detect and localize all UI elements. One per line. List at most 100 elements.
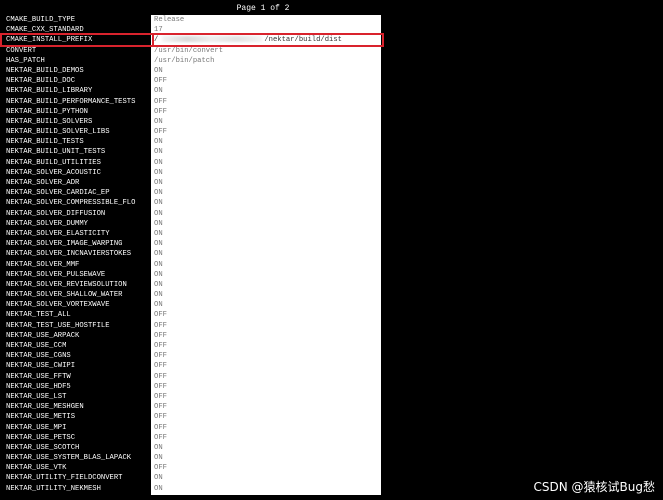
option-name[interactable]: NEKTAR_USE_LST xyxy=(6,392,152,402)
option-value[interactable]: OFF xyxy=(154,402,380,412)
option-value[interactable]: OFF xyxy=(154,76,380,86)
option-name[interactable]: NEKTAR_SOLVER_IMAGE_WARPING xyxy=(6,239,152,249)
option-name[interactable]: NEKTAR_USE_MPI xyxy=(6,423,152,433)
option-value[interactable]: ON xyxy=(154,178,380,188)
option-value[interactable]: OFF xyxy=(154,351,380,361)
option-value[interactable]: //nektar/build/dist xyxy=(154,35,380,45)
option-value[interactable]: ON xyxy=(154,117,380,127)
option-name-column: CMAKE_BUILD_TYPE CMAKE_CXX_STANDARD CMAKE_… xyxy=(6,15,152,494)
option-name[interactable]: HAS_PATCH xyxy=(6,56,152,66)
option-name[interactable]: NEKTAR_UTILITY_NEKMESH xyxy=(6,484,152,494)
option-name[interactable]: NEKTAR_USE_FFTW xyxy=(6,372,152,382)
option-name[interactable]: NEKTAR_BUILD_LIBRARY xyxy=(6,86,152,96)
option-value[interactable]: ON xyxy=(154,147,380,157)
option-value[interactable]: OFF xyxy=(154,107,380,117)
option-value[interactable]: ON xyxy=(154,239,380,249)
option-name[interactable]: NEKTAR_SOLVER_PULSEWAVE xyxy=(6,270,152,280)
option-name[interactable]: NEKTAR_SOLVER_ELASTICITY xyxy=(6,229,152,239)
option-value[interactable]: Release xyxy=(154,15,380,25)
option-value[interactable]: ON xyxy=(154,209,380,219)
option-name[interactable]: NEKTAR_SOLVER_DUMMY xyxy=(6,219,152,229)
option-value[interactable]: ON xyxy=(154,270,380,280)
option-name[interactable]: NEKTAR_USE_CGNS xyxy=(6,351,152,361)
option-value[interactable]: ON xyxy=(154,443,380,453)
option-value[interactable]: ON xyxy=(154,66,380,76)
option-name[interactable]: NEKTAR_TEST_USE_HOSTFILE xyxy=(6,321,152,331)
option-value[interactable]: OFF xyxy=(154,372,380,382)
option-name[interactable]: NEKTAR_USE_PETSC xyxy=(6,433,152,443)
option-value[interactable]: OFF xyxy=(154,321,380,331)
option-value[interactable]: OFF xyxy=(154,382,380,392)
option-name[interactable]: NEKTAR_USE_HDF5 xyxy=(6,382,152,392)
redacted-path xyxy=(162,36,263,43)
page-indicator: Page 1 of 2 xyxy=(236,4,290,13)
option-name[interactable]: NEKTAR_USE_CCM xyxy=(6,341,152,351)
option-name[interactable]: CMAKE_CXX_STANDARD xyxy=(6,25,152,35)
option-value[interactable]: /usr/bin/convert xyxy=(154,46,380,56)
watermark: CSDN @猿核试Bug愁 xyxy=(533,480,655,494)
option-value[interactable]: /usr/bin/patch xyxy=(154,56,380,66)
option-name[interactable]: NEKTAR_SOLVER_DIFFUSION xyxy=(6,209,152,219)
option-value[interactable]: ON xyxy=(154,188,380,198)
option-name[interactable]: NEKTAR_USE_VTK xyxy=(6,463,152,473)
option-name[interactable]: NEKTAR_SOLVER_SHALLOW_WATER xyxy=(6,290,152,300)
option-name[interactable]: NEKTAR_BUILD_UTILITIES xyxy=(6,158,152,168)
option-name[interactable]: NEKTAR_SOLVER_ADR xyxy=(6,178,152,188)
option-value[interactable]: ON xyxy=(154,453,380,463)
option-name[interactable]: CMAKE_INSTALL_PREFIX xyxy=(6,35,152,45)
option-name[interactable]: NEKTAR_BUILD_SOLVERS xyxy=(6,117,152,127)
option-value[interactable]: ON xyxy=(154,158,380,168)
option-name[interactable]: NEKTAR_SOLVER_ACOUSTIC xyxy=(6,168,152,178)
option-value[interactable]: ON xyxy=(154,219,380,229)
option-name[interactable]: NEKTAR_BUILD_DEMOS xyxy=(6,66,152,76)
option-value[interactable]: ON xyxy=(154,280,380,290)
option-name[interactable]: NEKTAR_USE_ARPACK xyxy=(6,331,152,341)
option-name[interactable]: NEKTAR_SOLVER_REVIEWSOLUTION xyxy=(6,280,152,290)
option-value[interactable]: ON xyxy=(154,168,380,178)
option-value[interactable]: OFF xyxy=(154,423,380,433)
option-value[interactable]: 17 xyxy=(154,25,380,35)
option-name[interactable]: CONVERT xyxy=(6,46,152,56)
option-value[interactable]: ON xyxy=(154,300,380,310)
option-name[interactable]: NEKTAR_UTILITY_FIELDCONVERT xyxy=(6,473,152,483)
option-name[interactable]: NEKTAR_USE_METIS xyxy=(6,412,152,422)
option-value[interactable]: ON xyxy=(154,484,380,494)
option-value[interactable]: ON xyxy=(154,249,380,259)
option-value[interactable]: OFF xyxy=(154,392,380,402)
option-name[interactable]: NEKTAR_BUILD_PYTHON xyxy=(6,107,152,117)
option-value[interactable]: ON xyxy=(154,137,380,147)
option-value[interactable]: ON xyxy=(154,198,380,208)
option-name[interactable]: NEKTAR_USE_SYSTEM_BLAS_LAPACK xyxy=(6,453,152,463)
option-name[interactable]: NEKTAR_SOLVER_INCNAVIERSTOKES xyxy=(6,249,152,259)
option-name[interactable]: CMAKE_BUILD_TYPE xyxy=(6,15,152,25)
option-value-panel: Release 17//nektar/build/dist/usr/bin/con… xyxy=(151,15,381,495)
option-name[interactable]: NEKTAR_SOLVER_COMPRESSIBLE_FLO xyxy=(6,198,152,208)
option-value[interactable]: ON xyxy=(154,86,380,96)
option-value[interactable]: ON xyxy=(154,260,380,270)
option-name[interactable]: NEKTAR_BUILD_DOC xyxy=(6,76,152,86)
option-value[interactable]: ON xyxy=(154,473,380,483)
option-value[interactable]: OFF xyxy=(154,97,380,107)
option-name[interactable]: NEKTAR_BUILD_SOLVER_LIBS xyxy=(6,127,152,137)
option-value[interactable]: ON xyxy=(154,290,380,300)
option-name[interactable]: NEKTAR_BUILD_PERFORMANCE_TESTS xyxy=(6,97,152,107)
option-value[interactable]: OFF xyxy=(154,341,380,351)
option-name[interactable]: NEKTAR_BUILD_TESTS xyxy=(6,137,152,147)
option-name[interactable]: NEKTAR_USE_CWIPI xyxy=(6,361,152,371)
option-name[interactable]: NEKTAR_USE_SCOTCH xyxy=(6,443,152,453)
option-name[interactable]: NEKTAR_USE_MESHGEN xyxy=(6,402,152,412)
option-name[interactable]: NEKTAR_SOLVER_VORTEXWAVE xyxy=(6,300,152,310)
option-value[interactable]: ON xyxy=(154,229,380,239)
option-value[interactable]: OFF xyxy=(154,127,380,137)
option-name[interactable]: NEKTAR_TEST_ALL xyxy=(6,310,152,320)
option-value[interactable]: OFF xyxy=(154,463,380,473)
option-value[interactable]: OFF xyxy=(154,310,380,320)
option-value[interactable]: OFF xyxy=(154,412,380,422)
option-name[interactable]: NEKTAR_SOLVER_CARDIAC_EP xyxy=(6,188,152,198)
option-name[interactable]: NEKTAR_BUILD_UNIT_TESTS xyxy=(6,147,152,157)
option-value-text: /nektar/build/dist xyxy=(264,36,342,45)
option-value[interactable]: OFF xyxy=(154,331,380,341)
option-value[interactable]: OFF xyxy=(154,433,380,443)
option-name[interactable]: NEKTAR_SOLVER_MMF xyxy=(6,260,152,270)
option-value[interactable]: OFF xyxy=(154,361,380,371)
